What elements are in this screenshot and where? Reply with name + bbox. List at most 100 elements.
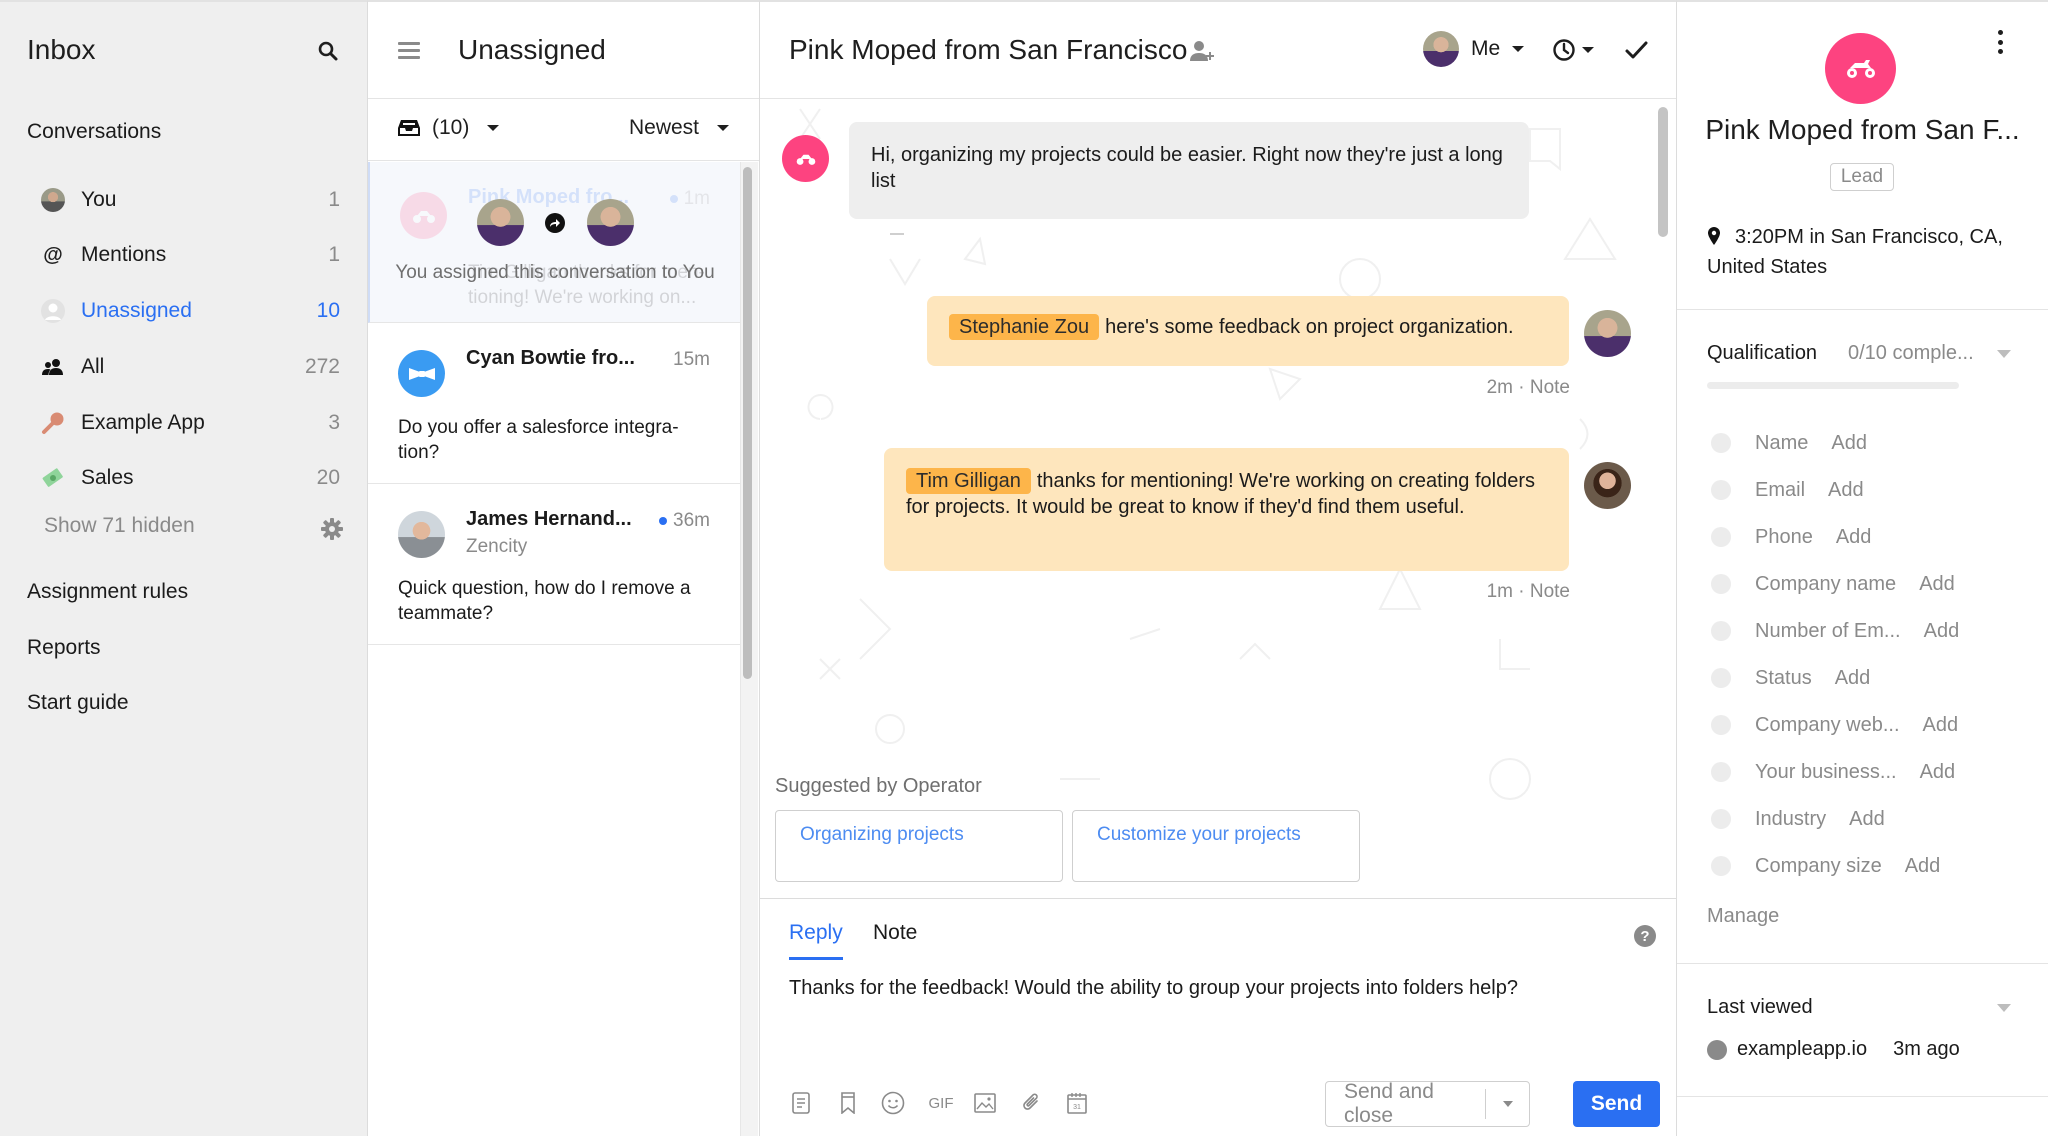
section-divider xyxy=(1677,1096,2048,1097)
tab-reply[interactable]: Reply xyxy=(789,921,843,960)
field-status-indicator[interactable] xyxy=(1711,621,1731,641)
start-guide-link[interactable]: Start guide xyxy=(27,691,129,715)
field-status-indicator[interactable] xyxy=(1711,480,1731,500)
inbox-filter-dropdown[interactable]: (10) xyxy=(398,116,500,140)
sidebar-item-all[interactable]: All 272 xyxy=(40,347,340,387)
help-icon[interactable]: ? xyxy=(1634,925,1656,947)
field-label: Company size xyxy=(1755,854,1882,877)
calendar-icon[interactable]: 31 xyxy=(1065,1091,1089,1115)
field-status-indicator[interactable] xyxy=(1711,668,1731,688)
image-icon[interactable] xyxy=(973,1091,997,1115)
field-add-link[interactable]: Add xyxy=(1849,808,1885,831)
mention-tag[interactable]: Tim Gilligan xyxy=(906,468,1031,494)
menu-icon[interactable] xyxy=(398,42,420,60)
at-icon: @ xyxy=(43,243,63,266)
emoji-icon[interactable] xyxy=(881,1091,905,1115)
field-status-indicator[interactable] xyxy=(1711,715,1731,735)
sort-label: Newest xyxy=(628,116,699,139)
chevron-down-icon xyxy=(717,125,729,131)
field-label: Your business... xyxy=(1755,760,1897,783)
chevron-down-icon xyxy=(487,125,500,131)
users-icon xyxy=(40,354,66,380)
location-text: 3:20PM in San Francisco, CA, United Stat… xyxy=(1707,226,2003,278)
sidebar-item-you[interactable]: You 1 xyxy=(40,180,340,220)
money-icon xyxy=(40,465,66,491)
field-status-indicator[interactable] xyxy=(1711,809,1731,829)
assignee-label: Me xyxy=(1471,37,1501,60)
field-add-link[interactable]: Add xyxy=(1923,714,1959,737)
field-status-indicator[interactable] xyxy=(1711,762,1731,782)
globe-icon xyxy=(1707,1039,1727,1060)
field-label: Phone xyxy=(1755,525,1813,548)
field-status-indicator[interactable] xyxy=(1711,574,1731,594)
show-hidden-link[interactable]: Show 71 hidden xyxy=(44,514,195,538)
tab-note[interactable]: Note xyxy=(873,921,917,957)
search-icon[interactable] xyxy=(316,39,342,65)
field-add-link[interactable]: Add xyxy=(1924,620,1960,643)
list-scrollbar[interactable] xyxy=(743,167,752,679)
attachment-icon[interactable] xyxy=(1019,1091,1043,1115)
field-status-indicator[interactable] xyxy=(1711,856,1731,876)
sidebar-item-unassigned[interactable]: Unassigned 10 xyxy=(40,291,340,331)
close-conversation-icon[interactable] xyxy=(1622,36,1650,64)
contact-avatar xyxy=(398,350,445,397)
field-add-link[interactable]: Add xyxy=(1919,573,1955,596)
location-pin-icon xyxy=(1708,227,1720,245)
field-status-indicator[interactable] xyxy=(1711,433,1731,453)
list-item[interactable]: Pink Moped fro... 1m Tim Gilligan thanks… xyxy=(368,162,740,323)
snooze-dropdown[interactable] xyxy=(1552,38,1594,62)
gear-icon[interactable] xyxy=(320,517,344,541)
mention-tag[interactable]: Stephanie Zou xyxy=(949,314,1100,340)
qualification-field: Email Add xyxy=(1711,475,1864,505)
bookmark-icon[interactable] xyxy=(836,1091,860,1115)
reply-input[interactable] xyxy=(789,977,1649,1057)
qualification-field: Company web... Add xyxy=(1711,710,1958,740)
send-button[interactable]: Send xyxy=(1573,1081,1660,1127)
qualification-field: Phone Add xyxy=(1711,522,1871,552)
send-options-dropdown[interactable] xyxy=(1485,1089,1529,1119)
list-item[interactable]: Cyan Bowtie fro... 15m Do you offer a sa… xyxy=(368,323,740,484)
reply-composer: Reply Note ? GIF 31 Send and close Send xyxy=(760,898,1677,1136)
note-message: Stephanie Zou here's some feedback on pro… xyxy=(927,296,1569,366)
sidebar-item-label: All xyxy=(81,355,105,378)
field-add-link[interactable]: Add xyxy=(1835,667,1871,690)
conversation-time: 15m xyxy=(673,349,710,370)
contact-profile-panel: Pink Moped from San F... Lead 3:20PM in … xyxy=(1676,0,2048,1136)
sidebar-item-example-app[interactable]: Example App 3 xyxy=(40,403,340,443)
message-meta: 2m · Note xyxy=(1486,377,1570,398)
field-status-indicator[interactable] xyxy=(1711,527,1731,547)
list-item[interactable]: James Hernand... 36m Zencity Quick quest… xyxy=(368,484,740,645)
field-add-link[interactable]: Add xyxy=(1828,479,1864,502)
contact-type-badge[interactable]: Lead xyxy=(1830,163,1894,191)
gif-icon[interactable]: GIF xyxy=(926,1091,956,1115)
assignee-avatar xyxy=(1423,31,1459,67)
reports-link[interactable]: Reports xyxy=(27,636,101,660)
field-add-link[interactable]: Add xyxy=(1920,761,1956,784)
inbox-filter-count: (10) xyxy=(432,116,470,139)
thread-scrollbar[interactable] xyxy=(1658,107,1668,237)
field-add-link[interactable]: Add xyxy=(1905,855,1941,878)
field-label: Status xyxy=(1755,666,1812,689)
assignment-rules-link[interactable]: Assignment rules xyxy=(27,580,188,604)
sidebar-item-mentions[interactable]: @ Mentions 1 xyxy=(40,235,340,275)
assignee-dropdown[interactable]: Me xyxy=(1423,31,1525,67)
message-thread: Hi, organizing my projects could be easi… xyxy=(760,99,1677,899)
section-divider xyxy=(1677,309,2048,310)
suggestion-button[interactable]: Customize your projects xyxy=(1072,810,1360,882)
send-and-close-button[interactable]: Send and close xyxy=(1325,1080,1530,1127)
teammate-avatar xyxy=(1584,310,1631,357)
sidebar-item-sales[interactable]: Sales 20 xyxy=(40,458,340,498)
last-viewed-toggle-icon[interactable] xyxy=(1997,1004,2011,1012)
qualification-toggle-icon[interactable] xyxy=(1997,350,2011,358)
article-icon[interactable] xyxy=(789,1091,813,1115)
sort-dropdown[interactable]: Newest xyxy=(629,116,729,140)
sidebar-item-label: Sales xyxy=(81,466,134,489)
last-viewed-site[interactable]: exampleapp.io xyxy=(1737,1038,1867,1061)
field-add-link[interactable]: Add xyxy=(1836,526,1872,549)
more-options-icon[interactable] xyxy=(1995,30,2005,54)
manage-link[interactable]: Manage xyxy=(1707,905,1779,928)
qualification-field: Industry Add xyxy=(1711,804,1885,834)
add-participant-icon[interactable] xyxy=(1190,40,1216,62)
field-add-link[interactable]: Add xyxy=(1831,432,1867,455)
suggestion-button[interactable]: Organizing projects xyxy=(775,810,1063,882)
